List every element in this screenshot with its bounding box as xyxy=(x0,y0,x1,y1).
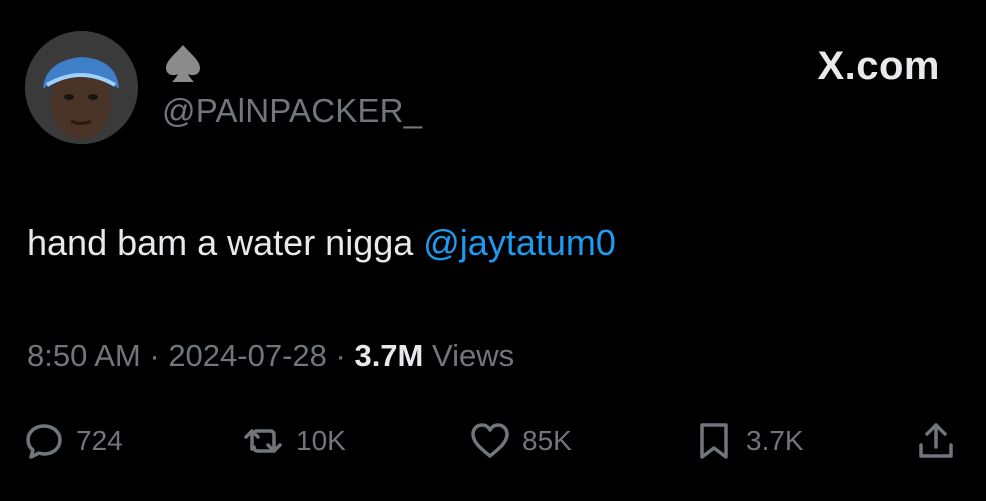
views-label: Views xyxy=(423,338,515,373)
reply-icon xyxy=(26,424,62,459)
repost-count: 10K xyxy=(296,425,346,456)
spade-icon xyxy=(166,45,200,82)
share-button[interactable] xyxy=(916,418,968,464)
avatar-image xyxy=(25,31,138,144)
mention-link[interactable]: @jaytatum0 xyxy=(423,222,616,263)
brand-label: X.com xyxy=(817,44,940,89)
meta-separator: · xyxy=(140,338,169,373)
action-bar: 724 10K 85K 3.7K xyxy=(0,418,986,468)
tweet-date[interactable]: 2024-07-28 xyxy=(168,338,327,373)
heart-icon xyxy=(471,423,509,458)
reply-button[interactable]: 724 xyxy=(24,418,123,464)
bookmark-button[interactable]: 3.7K xyxy=(694,418,804,464)
tweet-time[interactable]: 8:50 AM xyxy=(27,338,141,373)
bookmark-count: 3.7K xyxy=(746,425,804,456)
tweet-meta: 8:50 AM · 2024-07-28 · 3.7M Views xyxy=(27,338,514,374)
x-logo-text: X.com xyxy=(817,44,940,88)
user-handle[interactable]: @PAlNPACKER_ xyxy=(162,92,422,130)
meta-separator: · xyxy=(326,338,355,373)
tweet-body: hand bam a water nigga xyxy=(27,222,424,263)
avatar[interactable] xyxy=(25,31,138,144)
like-count: 85K xyxy=(522,425,572,456)
like-button[interactable]: 85K xyxy=(470,418,572,464)
tweet-text: hand bam a water nigga @jaytatum0 xyxy=(27,222,616,264)
views-count: 3.7M xyxy=(354,338,424,373)
repost-button[interactable]: 10K xyxy=(244,418,346,464)
repost-icon xyxy=(244,429,282,453)
reply-count: 724 xyxy=(76,425,123,456)
share-icon xyxy=(919,423,953,458)
bookmark-icon xyxy=(700,423,728,459)
